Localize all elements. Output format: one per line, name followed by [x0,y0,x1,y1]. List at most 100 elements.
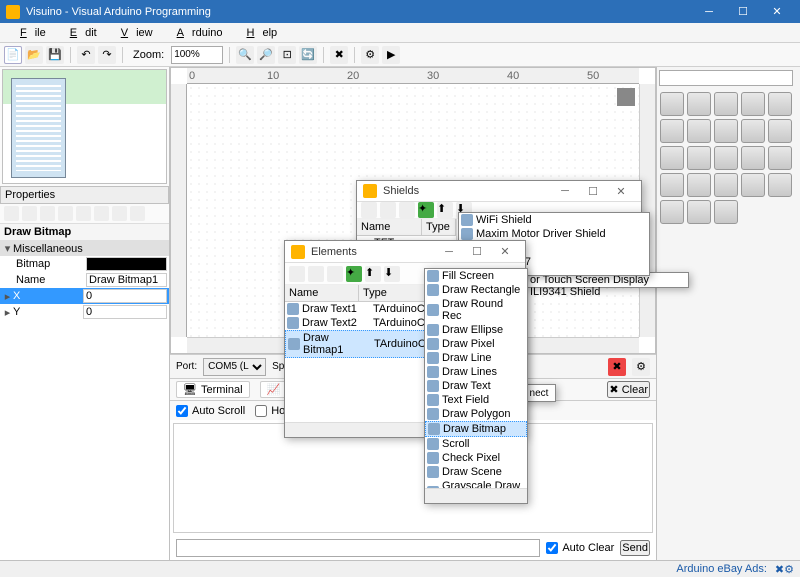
status-settings-icon[interactable]: ⚙ [784,563,794,576]
shields-col-type[interactable]: Type [422,219,456,235]
status-close-icon[interactable]: ✖ [775,563,784,576]
elements-menu-item[interactable]: Draw Polygon [425,407,527,421]
shields-tool-add[interactable]: ✦ [418,202,434,218]
prop-btn-2[interactable] [22,206,37,221]
prop-btn-8[interactable] [130,206,145,221]
palette-item[interactable] [714,146,738,170]
elements-menu-item[interactable]: Draw Line [425,351,527,365]
prop-row-y[interactable]: ▸ Y 0 [0,304,169,320]
redo-button[interactable]: ↷ [98,46,116,64]
shield-menu-wifi[interactable]: WiFi Shield [459,213,649,227]
elements-menu-item[interactable]: Grayscale Draw S [425,479,527,488]
palette-item[interactable] [687,173,711,197]
settings-icon[interactable]: ⚙ [632,358,650,376]
auto-clear-check[interactable]: Auto Clear [546,542,614,554]
palette-item[interactable] [741,146,765,170]
shields-tool-up[interactable]: ⬆ [437,202,453,218]
elements-tool-add[interactable]: ✦ [346,266,362,282]
prop-row-bitmap[interactable]: Bitmap [0,256,169,272]
open-button[interactable]: 📂 [25,46,43,64]
prop-row-name[interactable]: Name Draw Bitmap1 [0,272,169,288]
refresh-button[interactable]: 🔄 [299,46,317,64]
menu-help[interactable]: Help [231,25,286,41]
elements-menu-item[interactable]: Draw Bitmap [425,421,527,437]
elements-menu-item[interactable]: Draw Pixel [425,337,527,351]
palette-item[interactable] [714,200,738,224]
shields-min-button[interactable]: ─ [551,181,579,201]
save-button[interactable]: 💾 [46,46,64,64]
palette-item[interactable] [687,146,711,170]
prop-btn-6[interactable] [94,206,109,221]
palette-item[interactable] [660,92,684,116]
port-select[interactable]: COM5 (L [203,358,266,376]
palette-item[interactable] [687,92,711,116]
shields-tool-2[interactable] [380,202,396,218]
shield-menu-maxim[interactable]: Maxim Motor Driver Shield [459,227,649,241]
elements-close-button[interactable]: ✕ [491,242,519,262]
elements-min-button[interactable]: ─ [435,242,463,262]
zoom-fit-button[interactable]: ⊡ [278,46,296,64]
send-button[interactable]: Send [620,540,650,556]
zoom-combo[interactable] [171,46,223,64]
elements-tool-up[interactable]: ⬆ [365,266,381,282]
clear-button-top[interactable]: ✖ Clear [607,381,650,398]
palette-item[interactable] [660,173,684,197]
elements-tool-1[interactable] [289,266,305,282]
disconnect-icon[interactable]: ✖ [608,358,626,376]
elements-tool-2[interactable] [308,266,324,282]
elements-tool-3[interactable] [327,266,343,282]
palette-item[interactable] [687,200,711,224]
elements-menu-item[interactable]: Text Field [425,393,527,407]
menu-view[interactable]: View [105,25,161,41]
design-preview[interactable] [2,69,167,184]
undo-button[interactable]: ↶ [77,46,95,64]
elements-menu-item[interactable]: Draw Rectangle [425,283,527,297]
prop-btn-1[interactable] [4,206,19,221]
palette-item[interactable] [660,146,684,170]
elements-menu-item[interactable]: Draw Ellipse [425,323,527,337]
palette-item[interactable] [660,200,684,224]
shields-tool-1[interactable] [361,202,377,218]
elements-menu-item[interactable]: Draw Lines [425,365,527,379]
prop-row-x[interactable]: ▸ X 0 [0,288,169,304]
elements-menu-item[interactable]: Draw Round Rec [425,297,527,323]
palette-item[interactable] [768,119,792,143]
prop-btn-3[interactable] [40,206,55,221]
prop-btn-7[interactable] [112,206,127,221]
elements-menu-scrollbar[interactable] [425,488,527,503]
send-input[interactable] [176,539,540,557]
palette-item[interactable] [741,119,765,143]
palette-item[interactable] [741,173,765,197]
zoom-in-button[interactable]: 🔍 [236,46,254,64]
palette-item[interactable] [768,92,792,116]
compile-button[interactable]: ⚙ [361,46,379,64]
minimize-button[interactable]: ─ [692,0,726,23]
palette-item[interactable] [660,119,684,143]
palette-item[interactable] [714,92,738,116]
menu-arduino[interactable]: Arduino [161,25,231,41]
palette-item[interactable] [768,173,792,197]
elements-menu-item[interactable]: Draw Scene [425,465,527,479]
palette-item[interactable] [768,146,792,170]
delete-button[interactable]: ✖ [330,46,348,64]
console-output[interactable] [173,423,653,533]
maximize-button[interactable]: ☐ [726,0,760,23]
zoom-out-button[interactable]: 🔎 [257,46,275,64]
shields-col-name[interactable]: Name [357,219,422,235]
terminal-tab[interactable]: 🖥 Terminal [176,381,250,398]
upload-button[interactable]: ▶ [382,46,400,64]
shields-tool-3[interactable] [399,202,415,218]
palette-item[interactable] [687,119,711,143]
menu-edit[interactable]: Edit [54,25,105,41]
palette-item[interactable] [714,173,738,197]
shields-max-button[interactable]: ☐ [579,181,607,201]
elements-menu-item[interactable]: Fill Screen [425,269,527,283]
elements-max-button[interactable]: ☐ [463,242,491,262]
elements-menu-item[interactable]: Draw Text [425,379,527,393]
auto-scroll-check[interactable]: Auto Scroll [176,405,245,417]
shields-close-button[interactable]: ✕ [607,181,635,201]
prop-btn-5[interactable] [76,206,91,221]
close-button[interactable]: ✕ [760,0,794,23]
elements-menu-item[interactable]: Scroll [425,437,527,451]
elements-col-name[interactable]: Name [285,285,359,301]
